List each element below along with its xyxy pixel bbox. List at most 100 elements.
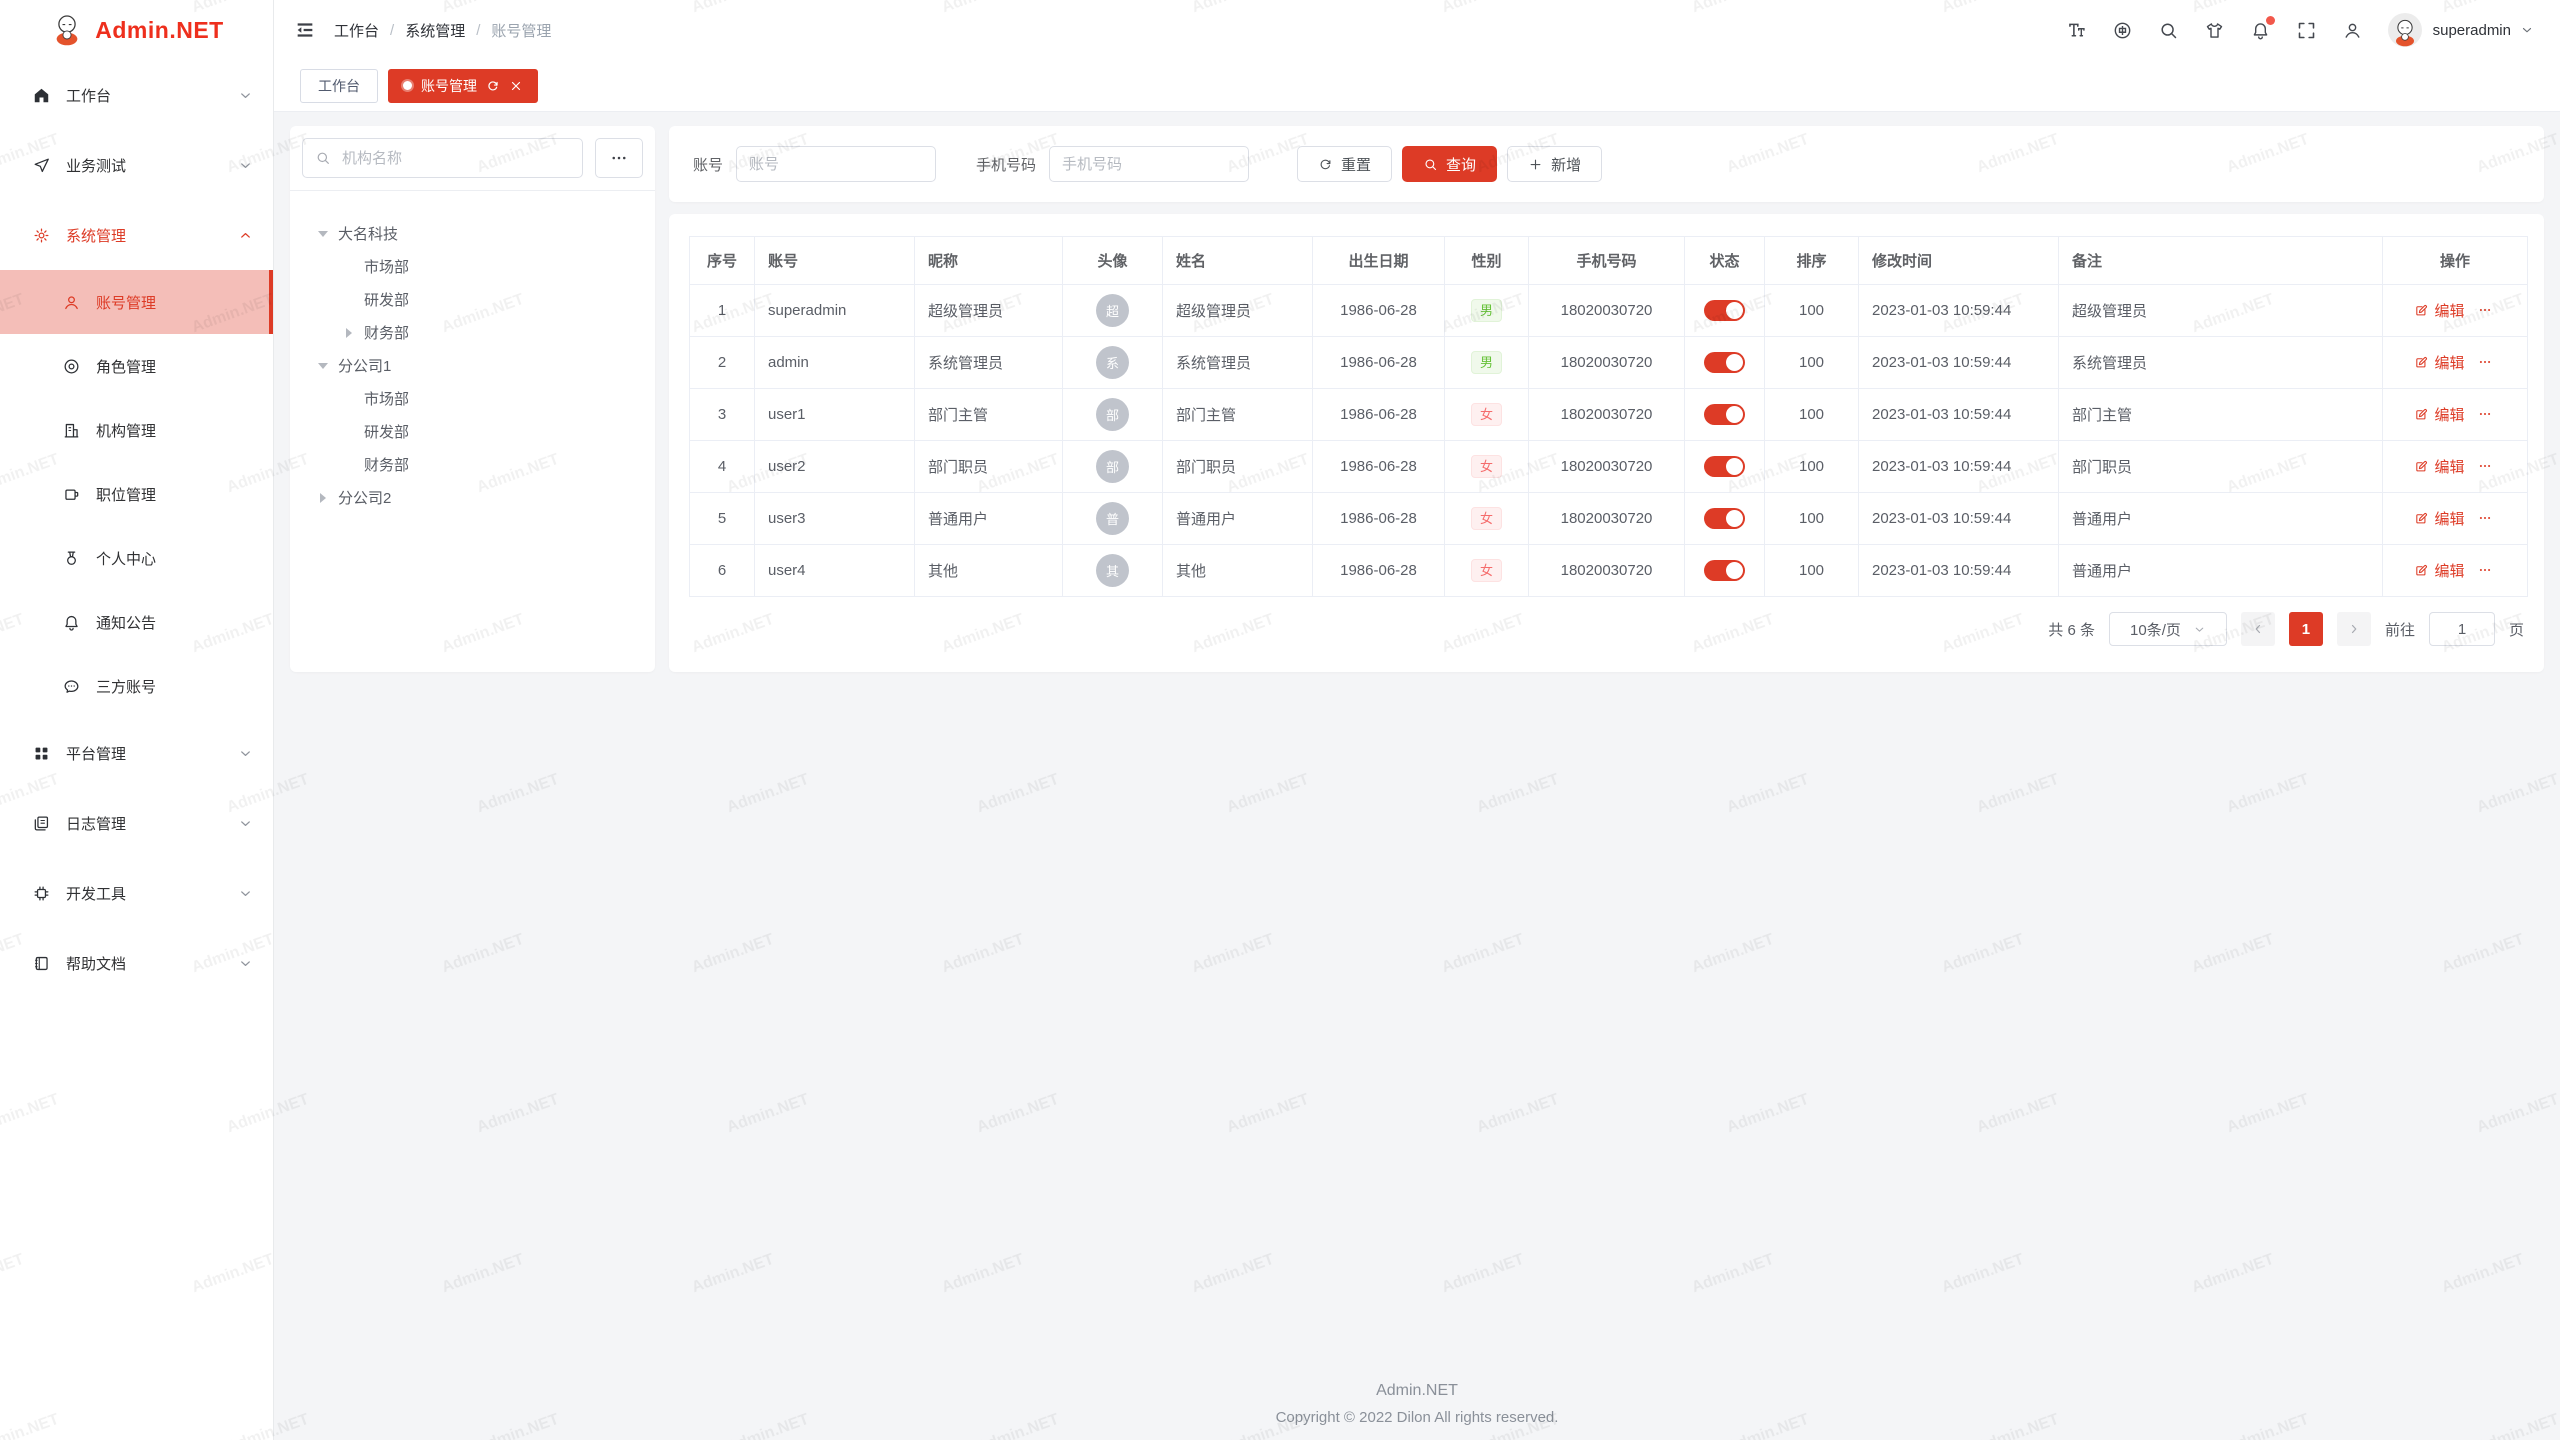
edit-button[interactable]: 编辑 [2414, 352, 2464, 373]
table-row: 6 user4 其他 其 其他 1986-06-28 女 18020030720… [690, 545, 2528, 597]
language-icon[interactable] [2112, 20, 2133, 41]
status-toggle[interactable] [1704, 404, 1745, 425]
sidebar-item-label: 系统管理 [66, 225, 126, 246]
sidebar-item-third-party-account[interactable]: 三方账号 [0, 654, 273, 718]
cell-name: 系统管理员 [1163, 337, 1313, 389]
sidebar-item-label: 工作台 [66, 85, 111, 106]
cell-phone: 18020030720 [1529, 337, 1685, 389]
edit-icon [2414, 303, 2429, 318]
logo[interactable]: Admin.NET [0, 0, 273, 60]
query-button[interactable]: 查询 [1402, 146, 1497, 182]
more-actions-button[interactable] [2476, 511, 2496, 527]
more-actions-button[interactable] [2476, 407, 2496, 423]
breadcrumb-item[interactable]: 工作台 [334, 20, 379, 41]
sidebar-item-position-management[interactable]: 职位管理 [0, 462, 273, 526]
breadcrumb-item[interactable]: 系统管理 [405, 20, 465, 41]
close-icon[interactable] [509, 79, 523, 93]
edit-button[interactable]: 编辑 [2414, 508, 2464, 529]
tab-account-management[interactable]: 账号管理 [388, 69, 538, 103]
sidebar-item-business-test[interactable]: 业务测试 [0, 130, 273, 200]
cell-birthday: 1986-06-28 [1313, 389, 1445, 441]
status-toggle[interactable] [1704, 560, 1745, 581]
cell-birthday: 1986-06-28 [1313, 545, 1445, 597]
caret-down-icon[interactable] [316, 227, 330, 241]
caret-down-icon[interactable] [316, 359, 330, 373]
tree-node[interactable]: 研发部 [290, 415, 655, 448]
sidebar-item-dev-tools[interactable]: 开发工具 [0, 858, 273, 928]
edit-button[interactable]: 编辑 [2414, 560, 2464, 581]
more-actions-button[interactable] [2476, 303, 2496, 319]
theme-tshirt-icon[interactable] [2204, 20, 2225, 41]
next-page-button[interactable] [2337, 612, 2371, 646]
search-icon[interactable] [2158, 20, 2179, 41]
more-actions-button[interactable] [2476, 563, 2496, 579]
caret-right-icon[interactable] [316, 491, 330, 505]
page-number-button[interactable]: 1 [2289, 612, 2323, 646]
prev-page-button[interactable] [2241, 612, 2275, 646]
fullscreen-icon[interactable] [2296, 20, 2317, 41]
more-actions-button[interactable] [2476, 355, 2496, 371]
chevron-left-icon [2251, 622, 2265, 636]
cell-remark: 超级管理员 [2059, 285, 2383, 337]
cell-name: 普通用户 [1163, 493, 1313, 545]
sidebar-item-workbench[interactable]: 工作台 [0, 60, 273, 130]
tree-node[interactable]: 分公司2 [290, 481, 655, 514]
tab-workbench[interactable]: 工作台 [300, 69, 378, 103]
reset-button[interactable]: 重置 [1297, 146, 1392, 182]
edit-button[interactable]: 编辑 [2414, 300, 2464, 321]
caret-right-icon[interactable] [342, 326, 356, 340]
tree-node[interactable]: 分公司1 [290, 349, 655, 382]
status-toggle[interactable] [1704, 508, 1745, 529]
tree-node[interactable]: 财务部 [290, 316, 655, 349]
menu-fold-icon[interactable] [294, 19, 316, 41]
status-toggle[interactable] [1704, 300, 1745, 321]
more-actions-button[interactable] [2476, 459, 2496, 475]
cell-birthday: 1986-06-28 [1313, 493, 1445, 545]
main-area: 工作台 / 系统管理 / 账号管理 [274, 0, 2560, 1440]
username-label[interactable]: superadmin [2433, 22, 2511, 39]
avatar: 其 [1096, 554, 1129, 587]
sidebar-item-account-management[interactable]: 账号管理 [0, 270, 273, 334]
org-more-button[interactable] [595, 138, 643, 178]
col-index: 序号 [690, 237, 755, 285]
phone-input[interactable] [1049, 146, 1249, 182]
sidebar-item-help-docs[interactable]: 帮助文档 [0, 928, 273, 998]
account-input[interactable] [736, 146, 936, 182]
notification-bell-icon[interactable] [2250, 20, 2271, 41]
chevron-down-icon [238, 886, 253, 901]
org-search-input[interactable] [340, 149, 570, 168]
sidebar-item-platform-management[interactable]: 平台管理 [0, 718, 273, 788]
add-button[interactable]: 新增 [1507, 146, 1602, 182]
org-search-box [302, 138, 583, 178]
page-size-select[interactable]: 10条/页 [2109, 612, 2227, 646]
goto-page-input[interactable] [2429, 612, 2495, 646]
sidebar-item-log-management[interactable]: 日志管理 [0, 788, 273, 858]
sidebar-item-notice-announcement[interactable]: 通知公告 [0, 590, 273, 654]
edit-button[interactable]: 编辑 [2414, 404, 2464, 425]
refresh-icon[interactable] [486, 79, 500, 93]
edit-button[interactable]: 编辑 [2414, 456, 2464, 477]
gender-tag: 女 [1471, 507, 1502, 530]
header-actions: superadmin [2066, 13, 2534, 47]
cell-status [1685, 337, 1765, 389]
sidebar-item-role-management[interactable]: 角色管理 [0, 334, 273, 398]
tree-node-label: 研发部 [364, 421, 409, 442]
sidebar-item-organization-management[interactable]: 机构管理 [0, 398, 273, 462]
cell-index: 4 [690, 441, 755, 493]
sidebar-item-label: 三方账号 [96, 676, 156, 697]
font-size-icon[interactable] [2066, 20, 2087, 41]
status-toggle[interactable] [1704, 456, 1745, 477]
tree-node[interactable]: 财务部 [290, 448, 655, 481]
cell-name: 超级管理员 [1163, 285, 1313, 337]
status-toggle[interactable] [1704, 352, 1745, 373]
user-avatar[interactable] [2388, 13, 2422, 47]
edit-icon [2414, 355, 2429, 370]
profile-user-icon[interactable] [2342, 20, 2363, 41]
tree-node[interactable]: 大名科技 [290, 217, 655, 250]
tree-node[interactable]: 市场部 [290, 382, 655, 415]
sidebar-item-system-management[interactable]: 系统管理 [0, 200, 273, 270]
sidebar-item-personal-center[interactable]: 个人中心 [0, 526, 273, 590]
tree-node[interactable]: 研发部 [290, 283, 655, 316]
tree-node[interactable]: 市场部 [290, 250, 655, 283]
chevron-down-icon[interactable] [2520, 23, 2534, 37]
